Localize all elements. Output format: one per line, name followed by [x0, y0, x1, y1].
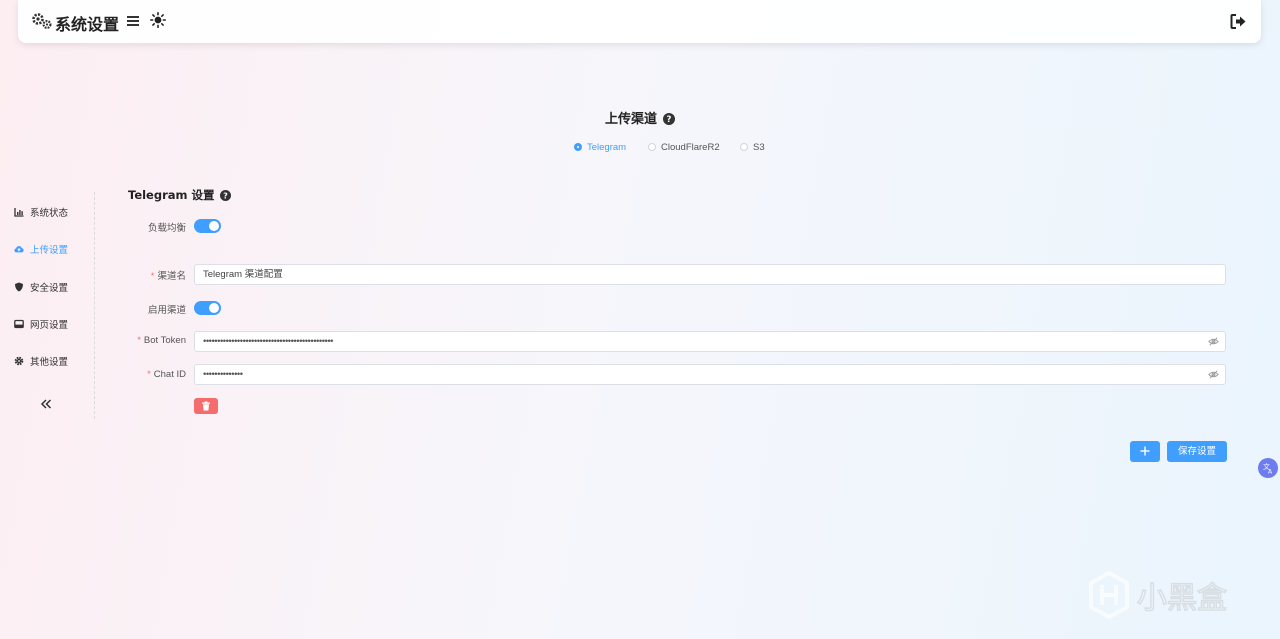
radio-cloudflarer2[interactable]: CloudFlareR2: [648, 142, 720, 153]
load-balance-label: 负载均衡: [147, 223, 186, 234]
bar-chart-icon: [14, 208, 24, 217]
sidebar-item-system-status[interactable]: 系统状态: [14, 205, 68, 219]
sidebar-item-label: 系统状态: [30, 208, 69, 219]
telegram-settings-title-text: Telegram 设置: [128, 188, 215, 202]
upload-channel-title: 上传渠道?: [0, 108, 1280, 127]
gears-icon: [32, 13, 52, 30]
radio-cloudflarer2-label: CloudFlareR2: [661, 142, 720, 153]
channel-name-input[interactable]: Telegram 渠道配置: [194, 264, 1226, 285]
channel-name-label: * 渠道名: [0, 268, 186, 282]
sidebar-item-label: 其他设置: [30, 357, 69, 368]
plus-icon: [1140, 446, 1150, 456]
sidebar-item-other-settings[interactable]: 其他设置: [14, 354, 68, 368]
bot-token-input[interactable]: ••••••••••••••••••••••••••••••••••••••••…: [194, 331, 1226, 352]
cloud-upload-icon: [14, 246, 24, 253]
double-chevron-left-icon[interactable]: [40, 398, 52, 410]
heybox-watermark-logo: 小黑盒: [1089, 570, 1228, 620]
sidebar-item-label: 上传设置: [30, 245, 69, 256]
top-bar: 系统设置: [18, 0, 1261, 43]
gear-icon: [14, 356, 24, 366]
upload-channel-title-text: 上传渠道: [604, 112, 657, 127]
sidebar-item-upload-settings[interactable]: 上传设置: [14, 242, 68, 256]
eye-hidden-icon[interactable]: [1208, 336, 1219, 347]
radio-dot: [574, 143, 582, 151]
required-mark: *: [137, 335, 141, 346]
bot-token-label: * Bot Token: [0, 335, 186, 346]
shield-icon: [15, 282, 23, 292]
load-balance-switch[interactable]: [194, 219, 221, 233]
sidebar-item-webpage-settings[interactable]: 网页设置: [14, 317, 68, 331]
channel-name-label-text: 渠道名: [157, 271, 186, 282]
delete-channel-button[interactable]: [194, 398, 218, 414]
logout-icon[interactable]: [1230, 13, 1247, 30]
translate-glyph-icon: 文A: [1263, 462, 1273, 476]
enable-channel-label: 启用渠道: [147, 305, 186, 316]
eye-hidden-icon[interactable]: [1208, 369, 1219, 380]
radio-telegram-label: Telegram: [587, 142, 627, 153]
save-settings-button[interactable]: 保存设置: [1167, 441, 1227, 462]
chat-id-label: * Chat ID: [0, 369, 186, 380]
radio-s3[interactable]: S3: [740, 142, 765, 153]
radio-telegram[interactable]: Telegram: [574, 142, 626, 153]
help-icon[interactable]: ?: [663, 113, 675, 125]
radio-dot: [740, 143, 748, 151]
translate-icon[interactable]: 文A: [1258, 458, 1278, 478]
telegram-settings-title: Telegram 设置?: [128, 187, 231, 203]
radio-s3-label: S3: [753, 142, 765, 153]
chat-id-input[interactable]: ••••••••••••••: [194, 364, 1226, 385]
svg-text:?: ?: [223, 191, 228, 200]
svg-text:?: ?: [667, 115, 672, 125]
sidebar-item-label: 安全设置: [30, 283, 69, 294]
required-mark: *: [150, 271, 155, 282]
required-mark: *: [147, 369, 151, 380]
app-title: 系统设置: [55, 15, 120, 34]
window-icon: [14, 319, 24, 329]
watermark-text: 小黑盒: [1137, 581, 1228, 616]
menu-icon[interactable]: [126, 14, 140, 28]
sidebar-item-label: 网页设置: [30, 320, 69, 331]
add-channel-button[interactable]: [1130, 441, 1160, 462]
sidebar-item-security-settings[interactable]: 安全设置: [14, 280, 68, 294]
radio-dot: [648, 143, 656, 151]
chat-id-label-text: Chat ID: [153, 369, 186, 380]
trash-icon: [202, 401, 210, 411]
enable-channel-switch[interactable]: [194, 301, 221, 315]
help-icon[interactable]: ?: [219, 190, 231, 201]
svg-text:A: A: [1268, 469, 1273, 476]
bot-token-label-text: Bot Token: [143, 335, 186, 346]
sun-icon[interactable]: [150, 12, 166, 28]
